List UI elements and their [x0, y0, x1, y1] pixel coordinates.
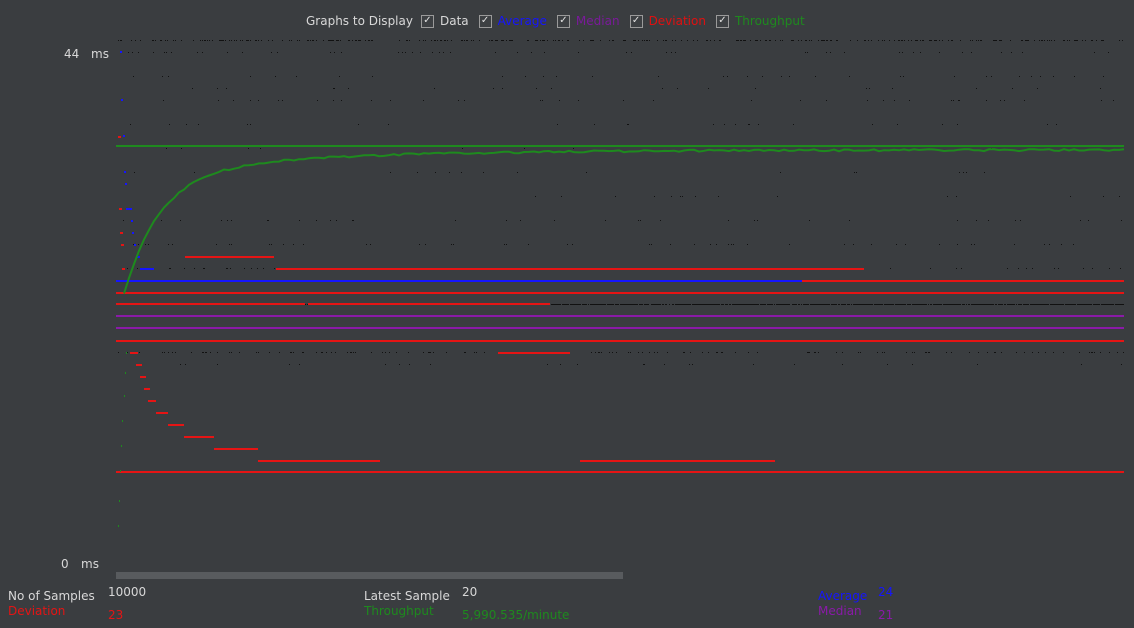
- median-value: 21: [878, 608, 894, 622]
- throughput-line-top: [116, 145, 1124, 147]
- graph-plot-area: [116, 40, 1125, 527]
- latest-sample-value: 20: [462, 585, 478, 599]
- median-line: [116, 327, 1124, 329]
- samples-value: 10000: [108, 585, 147, 599]
- throughput-label: Throughput: [364, 604, 434, 618]
- graph-results-panel: Graphs to Display ✓ Data ✓ Average ✓ Med…: [0, 0, 1134, 628]
- deviation-label: Deviation: [8, 604, 66, 618]
- average-value: 24: [878, 585, 894, 599]
- throughput-value: 5,990.535/minute: [462, 608, 570, 622]
- deviation-value: 23: [108, 608, 124, 622]
- deviation-line: [116, 340, 1124, 342]
- median-label: Median: [818, 604, 862, 618]
- median-line-upper: [116, 315, 1124, 317]
- horizontal-scrollbar[interactable]: [116, 572, 623, 579]
- deviation-line-low: [116, 471, 1124, 473]
- average-line-initial: [116, 280, 802, 282]
- latest-sample-label: Latest Sample: [364, 589, 450, 603]
- throughput-line: [123, 148, 1125, 294]
- average-label: Average: [818, 589, 868, 603]
- samples-label: No of Samples: [8, 589, 95, 603]
